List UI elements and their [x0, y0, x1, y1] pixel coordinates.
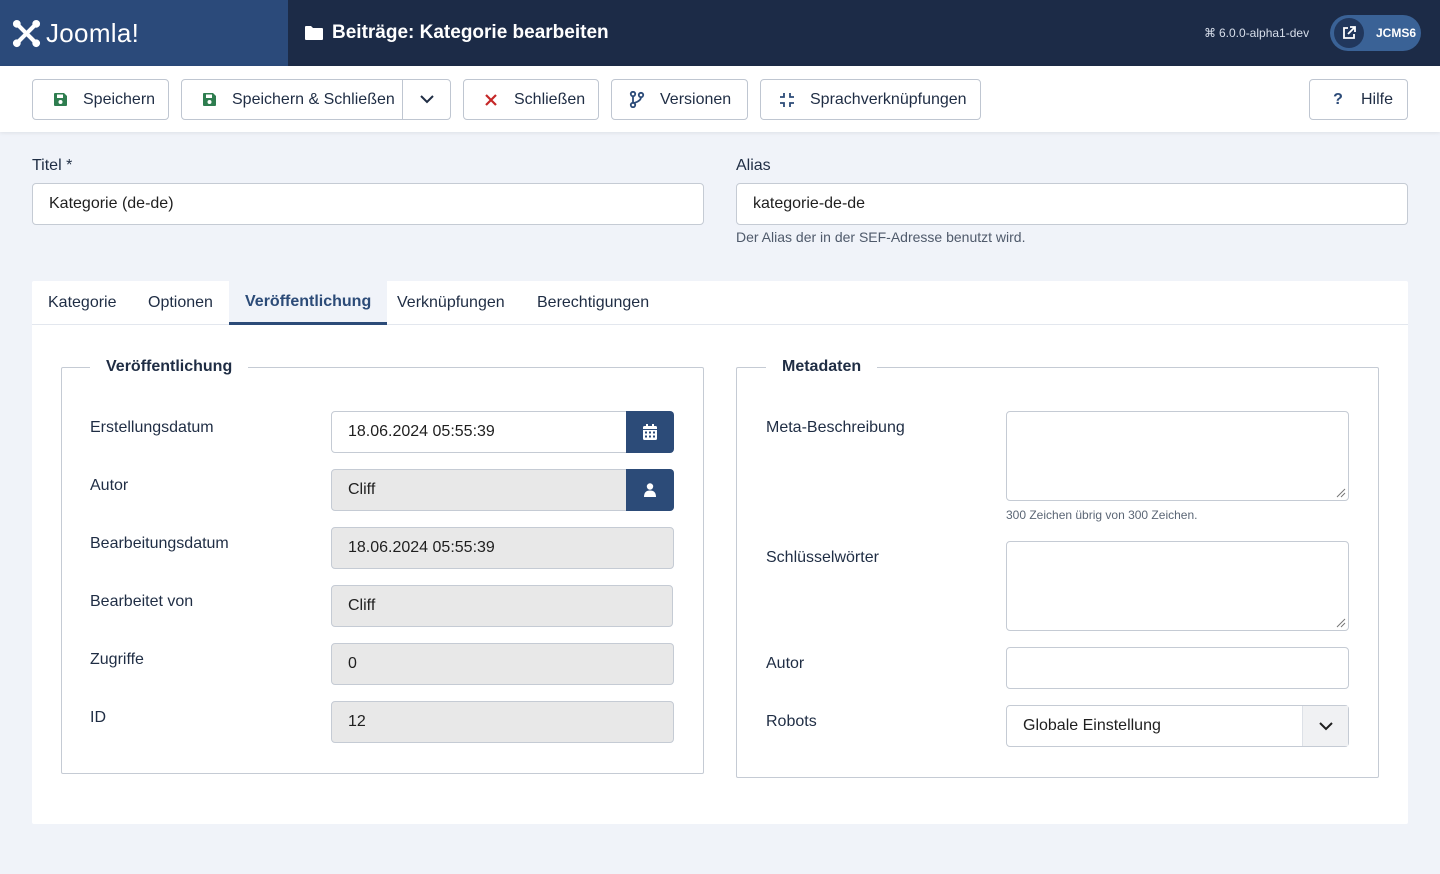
- alias-hint: Der Alias der in der SEF-Adresse benutzt…: [736, 229, 1026, 245]
- version-text: 6.0.0-alpha1-dev: [1219, 26, 1310, 40]
- robots-selected-value: Globale Einstellung: [1023, 717, 1161, 734]
- meta-description-label: Meta-Beschreibung: [766, 419, 905, 436]
- save-close-button[interactable]: Speichern & Schließen: [181, 79, 451, 120]
- chevron-down-icon: [419, 95, 434, 104]
- hits-field: 0: [331, 643, 674, 685]
- keywords-textarea[interactable]: [1006, 541, 1349, 631]
- save-button[interactable]: Speichern: [32, 79, 169, 120]
- associations-label: Sprachverknüpfungen: [810, 90, 967, 108]
- folder-icon: [305, 26, 323, 40]
- tab-options[interactable]: Optionen: [132, 281, 229, 325]
- edit-card: Kategorie Optionen Veröffentlichung Verk…: [32, 281, 1408, 824]
- close-button[interactable]: Schließen: [463, 79, 599, 120]
- compress-icon: [779, 92, 795, 108]
- modified-by-label: Bearbeitet von: [90, 593, 194, 610]
- site-label: JCMS6: [1376, 26, 1417, 40]
- versions-label: Versionen: [660, 90, 732, 108]
- save-close-label: Speichern & Schließen: [232, 90, 395, 108]
- resize-grip-icon: [1336, 488, 1346, 498]
- robots-caret: [1302, 706, 1348, 746]
- title-label: Titel *: [32, 157, 73, 174]
- joomla-logo-icon: [12, 19, 41, 47]
- metadata-legend: Metadaten: [766, 358, 878, 376]
- select-user-button[interactable]: [626, 469, 674, 511]
- save-icon: [201, 92, 217, 108]
- modified-by-field: Cliff: [331, 585, 673, 627]
- tab-publishing[interactable]: Veröffentlichung: [229, 281, 388, 325]
- versions-button[interactable]: Versionen: [611, 79, 748, 120]
- meta-author-input[interactable]: [1006, 647, 1349, 689]
- meta-author-label: Autor: [766, 655, 805, 672]
- id-field: 12: [331, 701, 674, 743]
- alias-label: Alias: [736, 157, 771, 174]
- page-title: Beiträge: Kategorie bearbeiten: [332, 22, 609, 43]
- external-link-icon: [1334, 18, 1364, 48]
- keywords-label: Schlüsselwörter: [766, 549, 879, 566]
- calendar-button[interactable]: [626, 411, 674, 453]
- publishing-legend: Veröffentlichung: [90, 358, 249, 376]
- chevron-down-icon: [1318, 721, 1333, 730]
- robots-label: Robots: [766, 713, 817, 730]
- id-label: ID: [90, 709, 106, 726]
- created-label: Erstellungsdatum: [90, 419, 214, 436]
- save-label: Speichern: [83, 90, 156, 108]
- joomla-small-icon: ⌘: [1204, 26, 1216, 40]
- modified-label: Bearbeitungsdatum: [90, 535, 229, 552]
- robots-select[interactable]: Globale Einstellung: [1006, 705, 1349, 747]
- close-label: Schließen: [514, 90, 586, 108]
- save-dropdown-toggle[interactable]: [402, 80, 450, 119]
- joomla-logo[interactable]: Joomla!: [0, 0, 288, 66]
- tab-associations[interactable]: Verknüpfungen: [381, 281, 521, 325]
- author-field: Cliff: [331, 469, 627, 511]
- created-date-input[interactable]: 18.06.2024 05:55:39: [331, 411, 627, 453]
- author-label: Autor: [90, 477, 129, 494]
- alias-input[interactable]: kategorie-de-de: [736, 183, 1408, 225]
- tab-category[interactable]: Kategorie: [32, 281, 133, 325]
- title-input[interactable]: Kategorie (de-de): [32, 183, 704, 225]
- help-button[interactable]: ? Hilfe: [1309, 79, 1408, 120]
- question-icon: ?: [1333, 90, 1343, 108]
- save-icon: [52, 92, 68, 108]
- user-icon: [644, 483, 656, 497]
- help-label: Hilfe: [1361, 90, 1394, 108]
- tab-bar: Kategorie Optionen Veröffentlichung Verk…: [32, 281, 1408, 325]
- toolbar: Speichern Speichern & Schließen Schließe…: [0, 66, 1440, 132]
- logo-text: Joomla!: [46, 17, 140, 48]
- close-x-icon: [483, 92, 499, 108]
- hits-label: Zugriffe: [90, 651, 144, 668]
- header: Joomla! Beiträge: Kategorie bearbeiten ⌘…: [0, 0, 1440, 66]
- calendar-icon: [643, 424, 657, 440]
- view-site-button[interactable]: JCMS6: [1330, 15, 1421, 51]
- page-title-area: Beiträge: Kategorie bearbeiten: [304, 0, 609, 66]
- associations-button[interactable]: Sprachverknüpfungen: [760, 79, 981, 120]
- version-info: ⌘ 6.0.0-alpha1-dev: [1204, 26, 1309, 40]
- resize-grip-icon: [1336, 618, 1346, 628]
- modified-date-field: 18.06.2024 05:55:39: [331, 527, 674, 569]
- char-count-hint: 300 Zeichen übrig von 300 Zeichen.: [1006, 508, 1198, 522]
- branch-icon: [629, 91, 645, 108]
- tab-permissions[interactable]: Berechtigungen: [521, 281, 665, 325]
- meta-description-textarea[interactable]: [1006, 411, 1349, 501]
